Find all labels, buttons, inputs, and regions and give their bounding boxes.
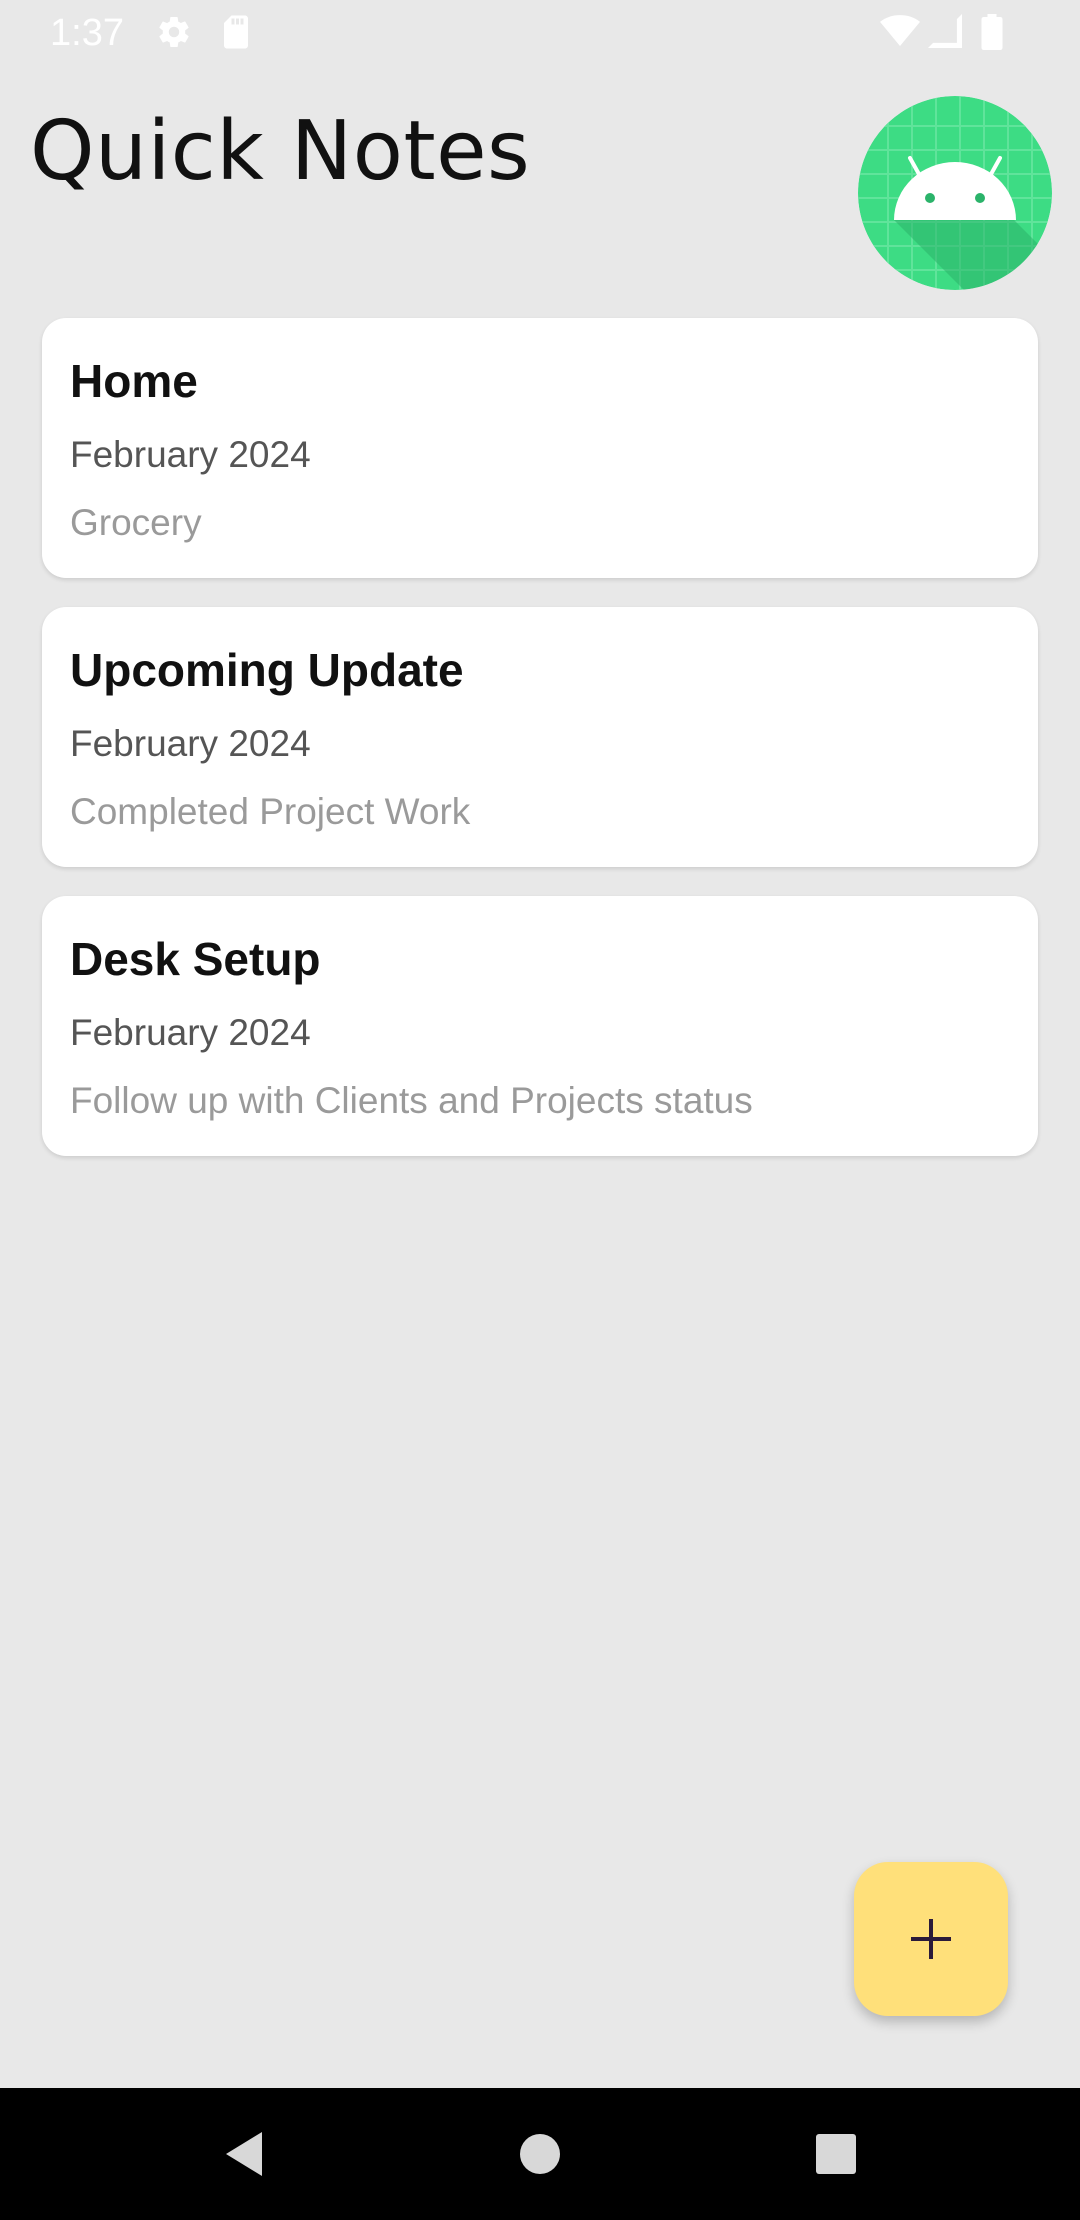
note-card[interactable]: Home February 2024 Grocery <box>42 318 1038 578</box>
navigation-bar <box>0 2088 1080 2220</box>
note-preview: Follow up with Clients and Projects stat… <box>70 1080 753 1121</box>
notes-list: Home February 2024 Grocery Upcoming Upda… <box>42 318 1038 1185</box>
battery-icon <box>981 14 1003 50</box>
note-date: February 2024 <box>70 1012 311 1053</box>
avatar[interactable] <box>858 96 1052 290</box>
home-button[interactable] <box>480 2088 600 2220</box>
note-card[interactable]: Upcoming Update February 2024 Completed … <box>42 607 1038 867</box>
note-preview: Completed Project Work <box>70 791 471 832</box>
back-button[interactable] <box>184 2088 304 2220</box>
settings-icon <box>159 17 189 48</box>
page-title: Quick Notes <box>30 104 531 199</box>
wifi-icon <box>880 15 920 46</box>
back-icon <box>226 2132 262 2176</box>
status-time: 1:37 <box>50 12 124 54</box>
note-title: Upcoming Update <box>70 644 464 696</box>
add-note-button[interactable] <box>854 1862 1008 2016</box>
recents-button[interactable] <box>776 2088 896 2220</box>
note-title: Desk Setup <box>70 933 321 985</box>
note-date: February 2024 <box>70 723 311 764</box>
note-card[interactable]: Desk Setup February 2024 Follow up with … <box>42 896 1038 1156</box>
note-date: February 2024 <box>70 434 311 475</box>
signal-icon <box>928 14 962 48</box>
sd-card-icon <box>224 15 248 49</box>
plus-icon <box>911 1919 951 1959</box>
home-icon <box>520 2134 560 2174</box>
note-title: Home <box>70 355 198 407</box>
android-icon <box>858 96 1052 290</box>
status-bar: 1:37 <box>0 0 1080 66</box>
recents-icon <box>816 2134 856 2174</box>
note-preview: Grocery <box>70 502 202 543</box>
